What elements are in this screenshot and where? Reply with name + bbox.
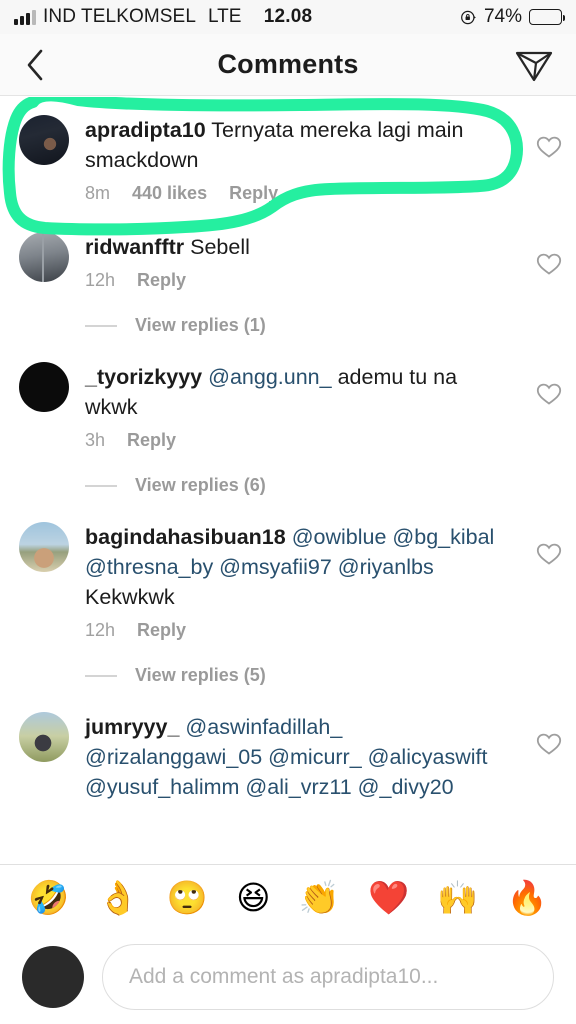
fire-emoji[interactable]: 🔥 [507,881,548,914]
like-button[interactable] [522,232,576,291]
navigation-bar: Comments [0,34,576,96]
view-replies-label: View replies (6) [135,475,266,495]
comment-meta: 12h Reply [85,620,512,641]
comment-meta: 12h Reply [85,270,512,291]
comment-reply-button[interactable]: Reply [229,183,278,204]
page-title: Comments [217,49,359,79]
comment-username[interactable]: _tyorizkyyy [85,365,202,389]
view-replies-button[interactable]: View replies (1) [85,315,576,336]
status-bar-right: 74% [460,6,565,28]
like-button[interactable] [522,712,576,802]
red-heart-emoji[interactable]: ❤️ [368,881,409,914]
comment-mention[interactable]: @angg.unn_ [208,365,331,389]
comment-list[interactable]: apradipta10 Ternyata mereka lagi main sm… [0,97,576,864]
comment-username[interactable]: jumryyy_ [85,715,179,739]
avatar[interactable] [19,712,69,762]
comment-username[interactable]: bagindahasibuan18 [85,525,286,549]
emoji-quick-bar[interactable]: 🤣 👌 🙄 😆 👏 ❤️ 🙌 🔥 [0,864,576,930]
face-with-rolling-eyes-emoji[interactable]: 🙄 [167,881,208,914]
status-bar: IND TELKOMSEL LTE 12.08 74% [0,0,576,34]
battery-icon [529,9,565,25]
comment-meta: 8m 440 likes Reply [85,183,512,204]
heart-outline-icon [536,543,562,565]
comment-item[interactable]: bagindahasibuan18 @owiblue @bg_kibal @th… [0,500,576,641]
comment-item[interactable]: jumryyy_ @aswinfadillah_ @rizalanggawi_0… [0,690,576,802]
comment-body: _tyorizkyyy @angg.unn_ ademu tu na wkwk … [85,362,522,451]
comment-input-placeholder: Add a comment as apradipta10... [129,965,439,988]
comment-reply-button[interactable]: Reply [127,430,176,451]
like-button[interactable] [522,115,576,204]
comment-timestamp: 8m [85,183,111,203]
replies-dash-icon [85,674,117,677]
heart-outline-icon [536,383,562,405]
avatar[interactable] [19,522,69,572]
like-button[interactable] [522,362,576,451]
comment-item[interactable]: apradipta10 Ternyata mereka lagi main sm… [0,97,576,204]
heart-outline-icon [536,733,562,755]
avatar[interactable] [19,362,69,412]
comment-body: ridwanfftr Sebell 12h Reply [85,232,522,291]
clapping-hands-emoji[interactable]: 👏 [299,881,340,914]
avatar[interactable] [19,115,69,165]
ok-hand-emoji[interactable]: 👌 [97,881,138,914]
view-replies-label: View replies (5) [135,665,266,685]
like-button[interactable] [522,522,576,641]
share-button[interactable] [512,45,556,85]
replies-dash-icon [85,324,117,327]
heart-outline-icon [536,136,562,158]
heart-outline-icon [536,253,562,275]
grinning-squinting-face-emoji[interactable]: 😆 [236,881,270,914]
avatar[interactable] [19,232,69,282]
instagram-comments-screen: IND TELKOMSEL LTE 12.08 74% Comments apr… [0,0,576,1024]
comment-message: Sebell [184,235,250,259]
current-user-avatar [22,946,84,1008]
comment-meta: 3h Reply [85,430,512,451]
comment-text: _tyorizkyyy @angg.unn_ ademu tu na wkwk [85,362,512,422]
comment-reply-button[interactable]: Reply [137,270,186,291]
view-replies-button[interactable]: View replies (6) [85,475,576,496]
comment-item[interactable]: ridwanfftr Sebell 12h Reply [0,204,576,291]
raising-hands-emoji[interactable]: 🙌 [437,881,478,914]
comment-message: Kekwkwk [85,585,175,609]
replies-dash-icon [85,484,117,487]
comment-input[interactable]: Add a comment as apradipta10... [102,944,554,1010]
comment-item[interactable]: _tyorizkyyy @angg.unn_ ademu tu na wkwk … [0,340,576,451]
comment-username[interactable]: apradipta10 [85,118,206,142]
comment-text: jumryyy_ @aswinfadillah_ @rizalanggawi_0… [85,712,512,802]
rolling-on-floor-laughing-emoji[interactable]: 🤣 [28,881,69,914]
comment-likes-count[interactable]: 440 likes [132,183,207,204]
view-replies-label: View replies (1) [135,315,266,335]
comment-timestamp: 12h [85,620,116,640]
comment-text: apradipta10 Ternyata mereka lagi main sm… [85,115,512,175]
view-replies-button[interactable]: View replies (5) [85,665,576,686]
back-button[interactable] [18,45,52,85]
rotation-lock-icon [461,10,476,24]
comment-timestamp: 3h [85,430,106,450]
comment-reply-button[interactable]: Reply [137,620,186,641]
comment-text: ridwanfftr Sebell [85,232,512,262]
comment-username[interactable]: ridwanfftr [85,235,184,259]
comment-body: bagindahasibuan18 @owiblue @bg_kibal @th… [85,522,522,641]
comment-text: bagindahasibuan18 @owiblue @bg_kibal @th… [85,522,512,612]
comment-body: jumryyy_ @aswinfadillah_ @rizalanggawi_0… [85,712,522,802]
comment-composer: Add a comment as apradipta10... [0,930,576,1024]
direct-share-icon [515,51,553,81]
battery-percent-label: 74% [483,6,522,27]
comment-body: apradipta10 Ternyata mereka lagi main sm… [85,115,522,204]
back-chevron-icon [27,49,43,80]
comment-timestamp: 12h [85,270,116,290]
